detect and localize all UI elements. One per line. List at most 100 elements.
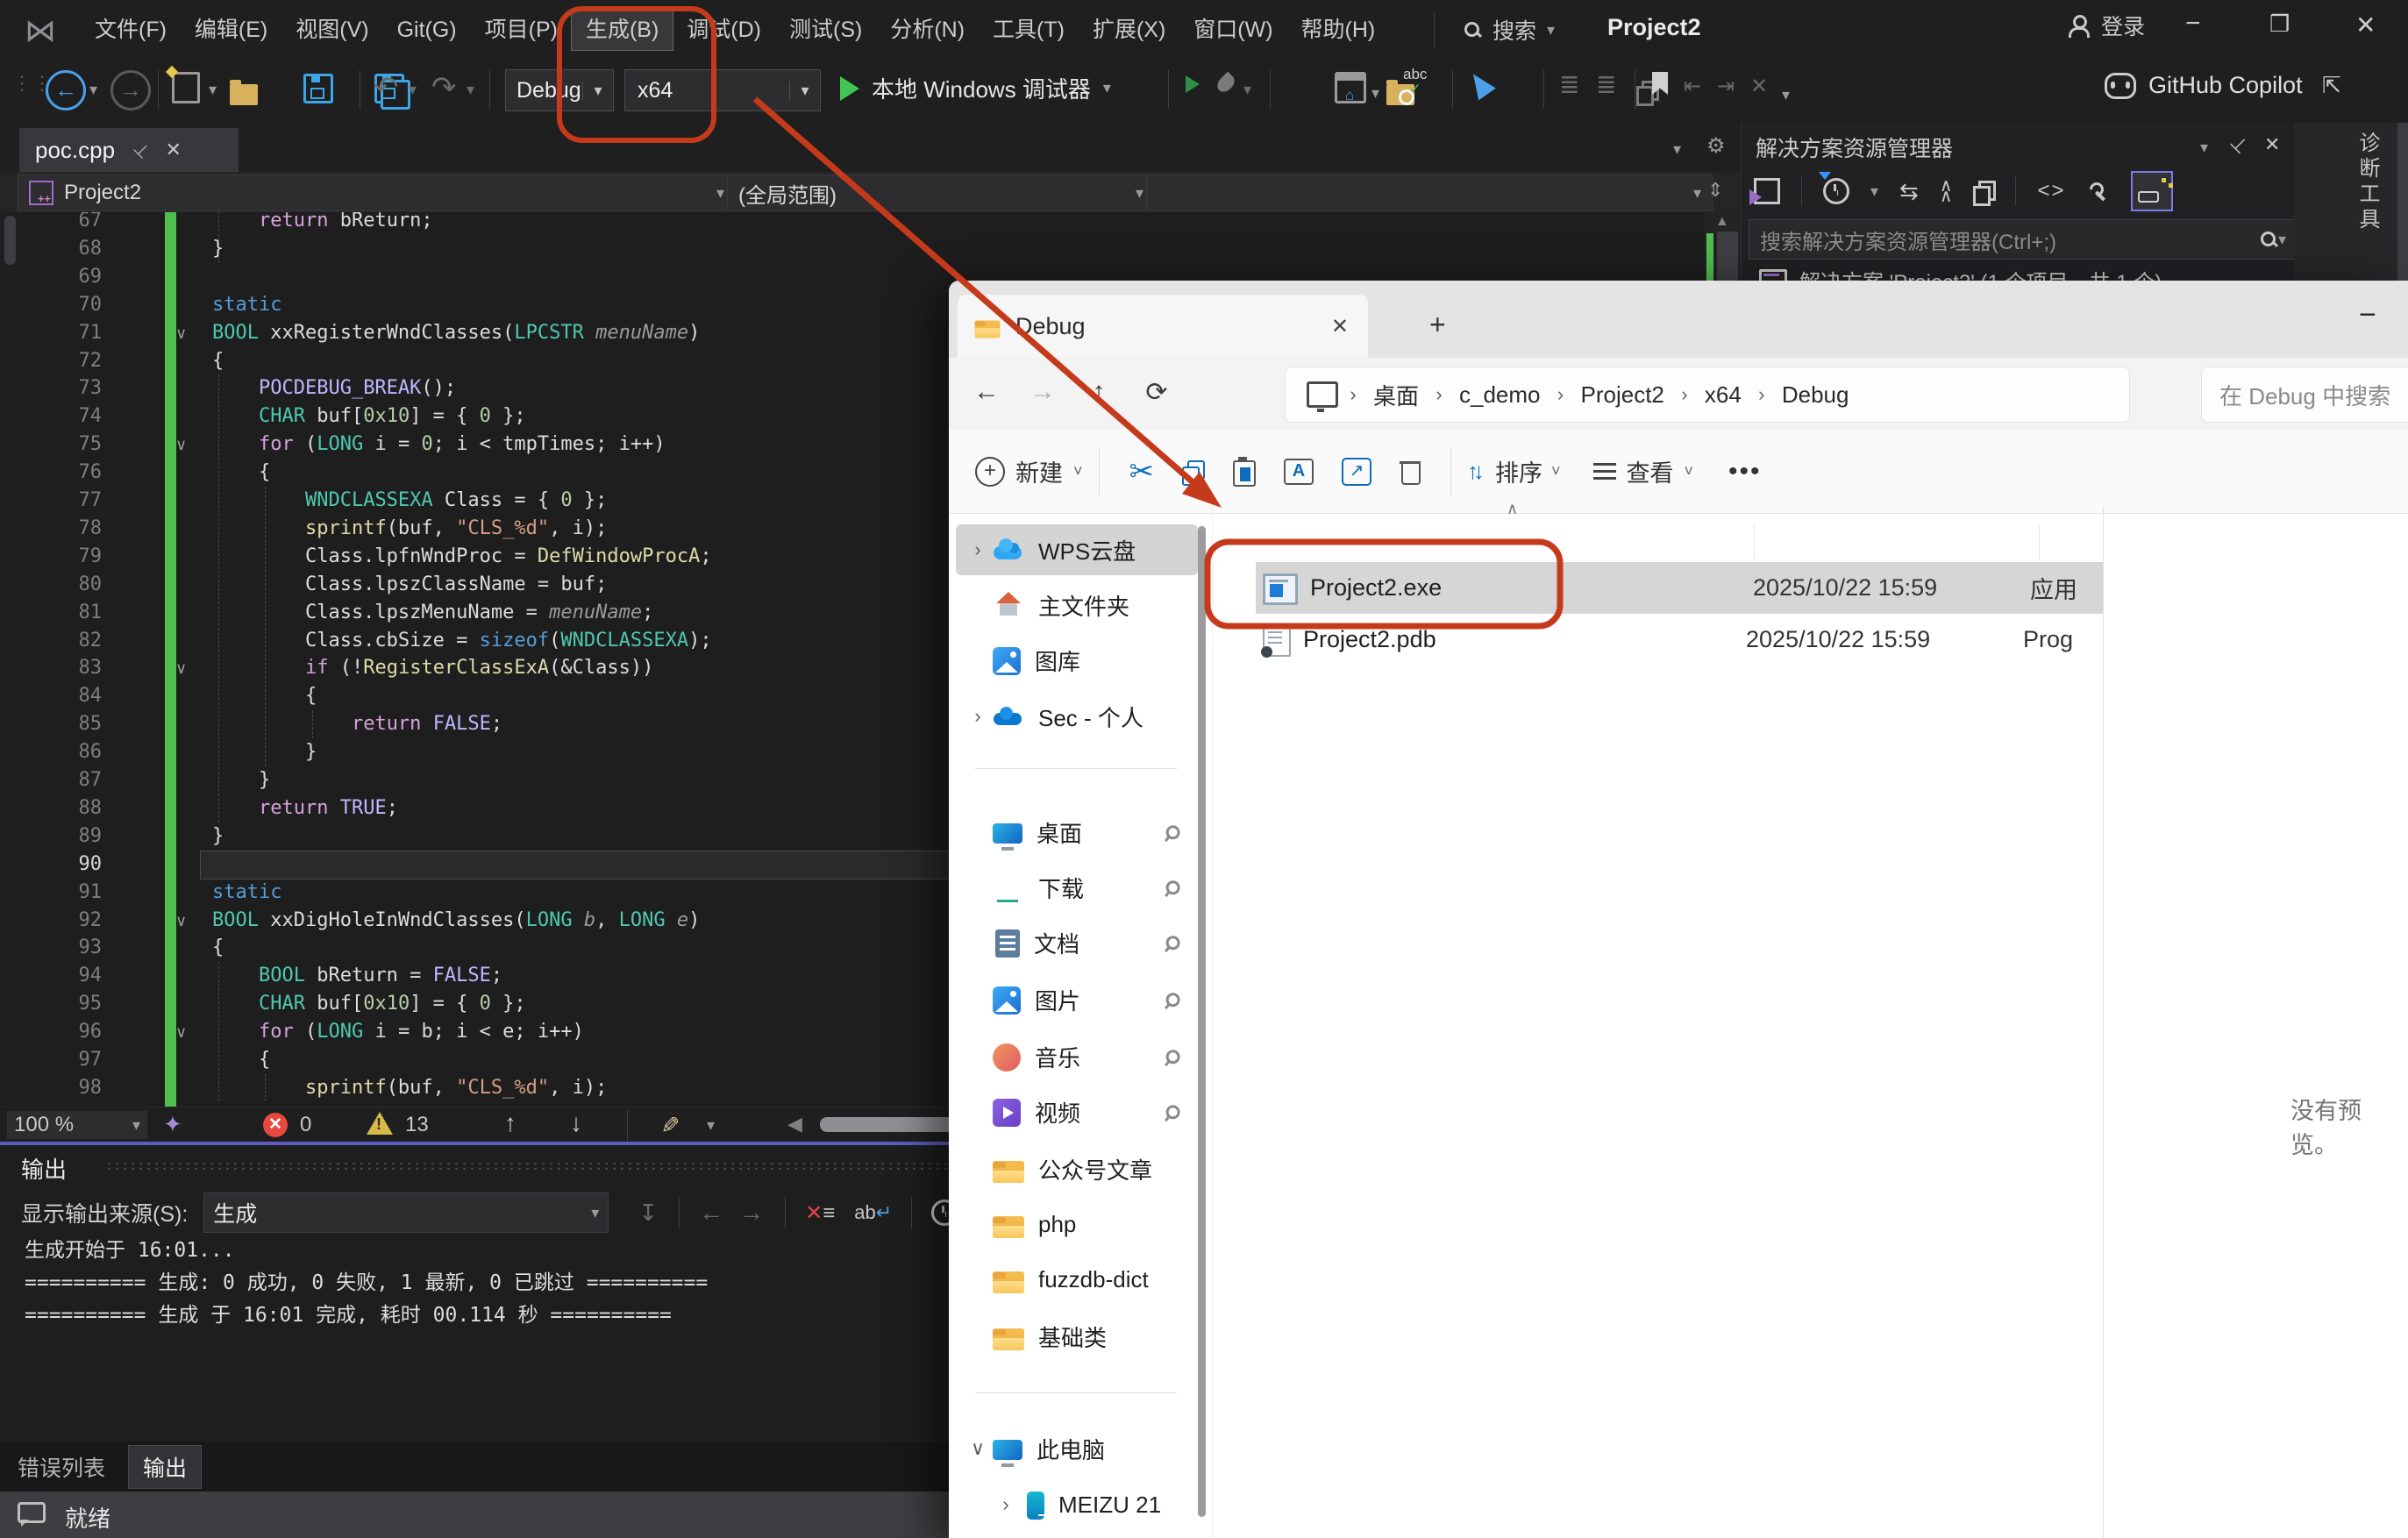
pending-changes-filter-icon[interactable]: [1819, 172, 1849, 204]
fold-chevron-icon[interactable]: ∨: [175, 319, 202, 347]
copy-icon[interactable]: [1182, 459, 1206, 486]
solution-configuration-dropdown[interactable]: Debug ▾: [505, 69, 614, 111]
file-row-Project2.pdb[interactable]: Project2.pdb 2025/10/22 15:59 Prog: [1256, 614, 2103, 666]
warning-count[interactable]: 13: [405, 1113, 429, 1137]
search-button[interactable]: 搜索 ▾: [1463, 10, 1555, 50]
column-separator[interactable]: [2039, 524, 2040, 559]
scroll-up-icon[interactable]: ▲: [1715, 214, 1729, 230]
error-icon[interactable]: ✕: [263, 1113, 288, 1137]
feedback-bubble-icon[interactable]: [18, 1502, 46, 1527]
breadcrumb-c_demo[interactable]: c_demo: [1454, 381, 1546, 409]
code-cleanup-icon[interactable]: ✎: [655, 1115, 682, 1135]
start-debugging-button[interactable]: 本地 Windows 调试器 ▾: [840, 72, 1111, 104]
open-folder-button[interactable]: [230, 80, 258, 105]
breadcrumb-桌面[interactable]: 桌面: [1368, 379, 1424, 411]
back-icon[interactable]: ←: [965, 377, 1008, 407]
tab-diagnostic-tools[interactable]: 诊断工具: [2352, 132, 2383, 233]
sidebar-item-主文件夹[interactable]: 主文件夹: [956, 580, 1198, 630]
preview-selected-items-button[interactable]: [2130, 171, 2173, 211]
member-dropdown[interactable]: ▾: [1146, 174, 1713, 211]
refresh-icon[interactable]: ⟳: [1135, 377, 1179, 408]
menu-item-编辑(E)[interactable]: 编辑(E): [181, 10, 281, 50]
new-tab-icon[interactable]: +: [1429, 309, 1446, 341]
close-tab-icon[interactable]: ✕: [166, 139, 182, 161]
menu-item-扩展(X)[interactable]: 扩展(X): [1079, 10, 1179, 50]
breadcrumb-Debug[interactable]: Debug: [1777, 381, 1855, 409]
close-tab-icon[interactable]: ✕: [1331, 314, 1349, 339]
properties-wrench-icon[interactable]: [2087, 180, 2110, 203]
expand-chevron-icon[interactable]: ›: [963, 538, 993, 561]
pin-icon[interactable]: ⊥: [129, 137, 155, 163]
prev-message-icon[interactable]: ←: [699, 1199, 723, 1227]
select-cursor-icon[interactable]: [1464, 68, 1496, 101]
github-copilot-button[interactable]: GitHub Copilot: [2105, 72, 2303, 99]
sidebar-item-下载[interactable]: 下载: [956, 862, 1198, 913]
sidebar-item-音乐[interactable]: 音乐: [956, 1031, 1198, 1082]
spell-check-button[interactable]: abc ✓: [1403, 67, 1427, 96]
maximize-button[interactable]: ❒: [2269, 11, 2290, 38]
sidebar-scrollbar[interactable]: [1198, 526, 1206, 1517]
sidebar-item-文档[interactable]: 文档: [956, 917, 1198, 968]
view-button[interactable]: 查看 ˅: [1592, 454, 1693, 488]
project-dropdown[interactable]: Project2 ▾: [18, 174, 736, 211]
prev-bookmark-icon[interactable]: ⇤: [1684, 74, 1701, 99]
fold-chevron-icon[interactable]: ∨: [175, 431, 202, 459]
menu-item-视图(V)[interactable]: 视图(V): [281, 10, 382, 50]
share-icon[interactable]: ↗: [1342, 457, 1372, 486]
properties-icon[interactable]: [1973, 181, 1997, 206]
sidebar-item-WPS云盘[interactable]: › WPS云盘: [956, 524, 1198, 575]
switch-views-icon[interactable]: [1749, 178, 1780, 205]
tab-list-chevron-icon[interactable]: ▾: [1673, 140, 1681, 159]
chevron-down-icon[interactable]: ▾: [409, 81, 417, 99]
fold-chevron-icon[interactable]: ∨: [175, 654, 202, 682]
bookmark-icon[interactable]: [1652, 72, 1668, 95]
tab-output[interactable]: 输出: [128, 1445, 203, 1489]
solution-platform-dropdown[interactable]: x64 ▾: [624, 69, 821, 111]
close-button[interactable]: ✕: [2355, 11, 2376, 39]
menu-item-分析(N)[interactable]: 分析(N): [876, 10, 979, 50]
rename-icon[interactable]: A: [1284, 458, 1314, 485]
menu-item-帮助(H)[interactable]: 帮助(H): [1287, 10, 1390, 50]
forward-icon[interactable]: →: [1021, 377, 1065, 407]
indent-icon[interactable]: ≣: [1559, 70, 1580, 99]
menu-item-项目(P)[interactable]: 项目(P): [471, 10, 572, 50]
run-without-debug-button[interactable]: [1186, 75, 1200, 93]
prev-issue-icon[interactable]: ↑: [504, 1109, 517, 1137]
warning-icon[interactable]: [367, 1112, 393, 1135]
fold-chevron-icon[interactable]: ∨: [175, 1018, 202, 1046]
sync-with-active-document-icon[interactable]: ⇆: [1899, 178, 1919, 205]
clear-all-icon[interactable]: ✕≡: [805, 1200, 835, 1226]
preview-divider[interactable]: [2103, 506, 2104, 1538]
solution-explorer-search[interactable]: 搜索解决方案资源管理器(Ctrl+;) ▾: [1749, 219, 2295, 260]
explorer-search-box[interactable]: 在 Debug 中搜索: [2201, 367, 2408, 423]
editor-options-icon[interactable]: ⚙: [1706, 133, 1726, 159]
chevron-down-icon[interactable]: ▾: [2200, 139, 2208, 157]
sidebar-item-MEIZU 21[interactable]: › MEIZU 21: [956, 1479, 1198, 1530]
chevron-down-icon[interactable]: ▾: [1870, 182, 1878, 201]
chevron-down-icon[interactable]: ▾: [467, 81, 474, 99]
explorer-tab-debug[interactable]: Debug ✕: [958, 295, 1368, 358]
sidebar-item-公众号文章[interactable]: 公众号文章: [956, 1143, 1198, 1194]
new-button[interactable]: + 新建 ˅: [975, 454, 1083, 488]
navigate-forward-button[interactable]: →: [110, 70, 151, 110]
undo-button[interactable]: ↶: [374, 70, 399, 105]
file-row-Project2.exe[interactable]: Project2.exe 2025/10/22 15:59 应用: [1256, 562, 2103, 614]
cut-icon[interactable]: ✂: [1129, 454, 1155, 489]
menu-item-工具(T)[interactable]: 工具(T): [979, 10, 1079, 50]
navigate-back-button[interactable]: ←: [46, 70, 86, 110]
menu-item-生成(B)[interactable]: 生成(B): [570, 9, 674, 51]
expand-chevron-icon[interactable]: ›: [991, 1493, 1021, 1516]
expand-chevron-icon[interactable]: ›: [963, 705, 993, 728]
menu-item-文件(F)[interactable]: 文件(F): [81, 10, 181, 50]
sidebar-item-图库[interactable]: 图库: [956, 635, 1198, 686]
menu-item-Git(G)[interactable]: Git(G): [383, 10, 471, 50]
chevron-down-icon[interactable]: ▾: [209, 81, 217, 99]
new-project-button[interactable]: [165, 65, 200, 103]
sidebar-item-图片[interactable]: 图片: [956, 974, 1198, 1025]
paste-icon[interactable]: [1233, 456, 1257, 487]
save-button[interactable]: [303, 74, 334, 103]
sidebar-item-桌面[interactable]: 桌面: [956, 807, 1198, 858]
delete-icon[interactable]: [1400, 459, 1421, 485]
solution-root-item[interactable]: 解决方案 'Project2' (1 个项目，共 1 个): [1759, 265, 2162, 282]
breadcrumb-x64[interactable]: x64: [1699, 381, 1747, 409]
